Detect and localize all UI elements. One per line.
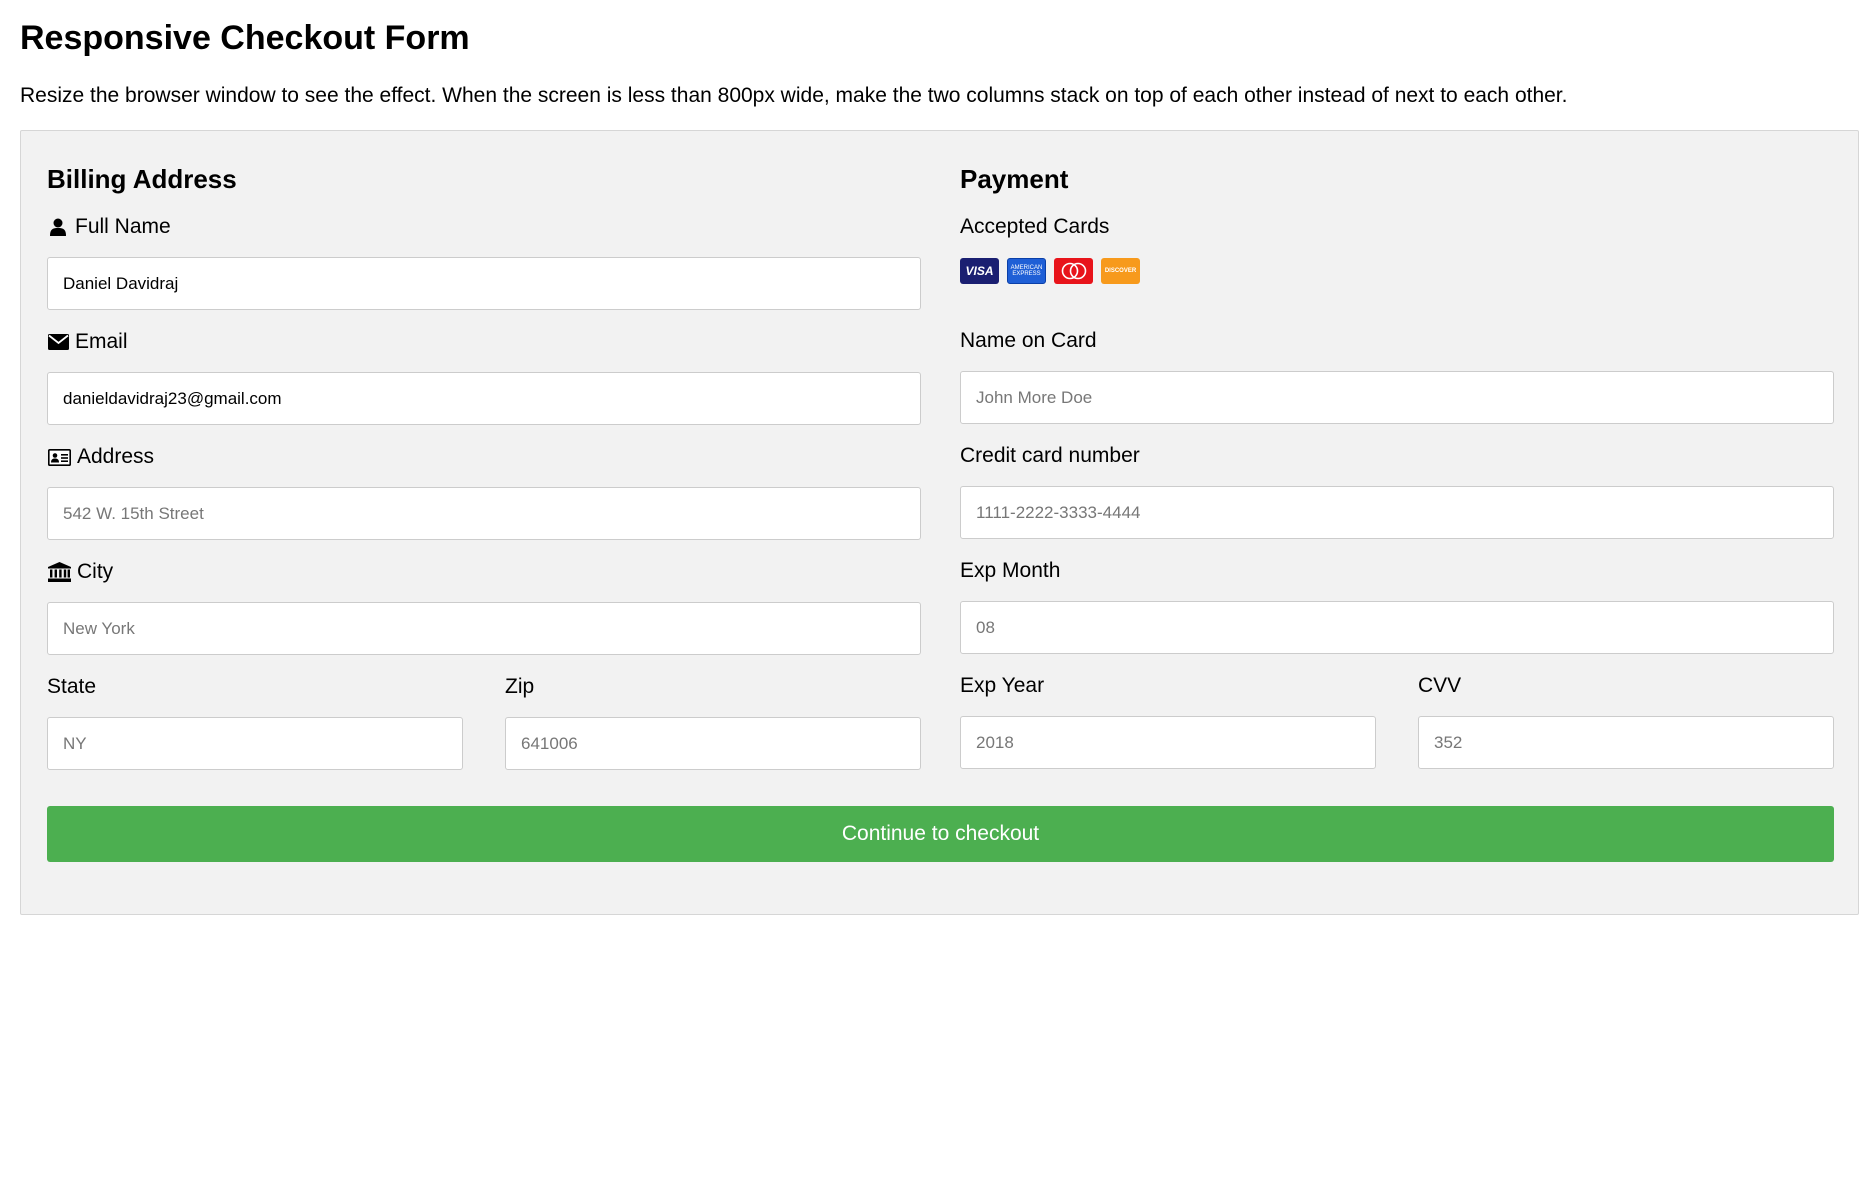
user-icon bbox=[47, 216, 69, 238]
continue-to-checkout-button[interactable]: Continue to checkout bbox=[47, 806, 1834, 862]
discover-icon: DISCOVER bbox=[1101, 258, 1140, 284]
zip-field: Zip bbox=[505, 672, 921, 770]
address-card-icon bbox=[47, 446, 71, 468]
page-title: Responsive Checkout Form bbox=[20, 19, 470, 57]
city-label-text: City bbox=[77, 560, 114, 583]
full-name-field: Full Name bbox=[47, 212, 921, 310]
state-field: State bbox=[47, 672, 463, 770]
card-number-label: Credit card number bbox=[960, 444, 1140, 467]
address-field: Address bbox=[47, 442, 921, 540]
exp-month-input[interactable] bbox=[960, 601, 1834, 654]
page-description: Resize the browser window to see the eff… bbox=[20, 84, 1568, 107]
amex-icon: AMERICAN EXPRESS bbox=[1007, 258, 1046, 284]
email-label-text: Email bbox=[75, 330, 128, 353]
cvv-label: CVV bbox=[1418, 674, 1462, 697]
exp-month-field: Exp Month bbox=[960, 556, 1834, 654]
institution-icon bbox=[47, 561, 71, 583]
name-on-card-label: Name on Card bbox=[960, 329, 1097, 352]
full-name-label-text: Full Name bbox=[75, 215, 171, 238]
mastercard-icon bbox=[1054, 258, 1093, 284]
email-input[interactable] bbox=[47, 372, 921, 425]
address-input[interactable] bbox=[47, 487, 921, 540]
state-label: State bbox=[47, 675, 97, 698]
payment-title: Payment bbox=[960, 164, 1069, 194]
address-label-text: Address bbox=[77, 445, 155, 468]
full-name-input[interactable] bbox=[47, 257, 921, 310]
cvv-field: CVV bbox=[1418, 671, 1834, 769]
name-on-card-field: Name on Card bbox=[960, 326, 1834, 424]
city-field: City bbox=[47, 557, 921, 655]
city-input[interactable] bbox=[47, 602, 921, 655]
card-number-input[interactable] bbox=[960, 486, 1834, 539]
state-input[interactable] bbox=[47, 717, 463, 770]
card-number-field: Credit card number bbox=[960, 441, 1834, 539]
checkout-form: Billing Address Full Name Email bbox=[20, 130, 1859, 915]
accepted-cards-field: Accepted Cards VISA AMERICAN EXPRESS DIS… bbox=[960, 212, 1834, 284]
full-name-label: Full Name bbox=[47, 212, 921, 242]
address-label: Address bbox=[47, 442, 921, 472]
accepted-cards-label: Accepted Cards bbox=[960, 215, 1110, 238]
billing-title: Billing Address bbox=[47, 164, 237, 194]
discover-text: DISCOVER bbox=[1104, 268, 1137, 274]
envelope-icon bbox=[47, 331, 69, 353]
name-on-card-input[interactable] bbox=[960, 371, 1834, 424]
zip-input[interactable] bbox=[505, 717, 921, 770]
visa-text: VISA bbox=[965, 264, 994, 278]
zip-label: Zip bbox=[505, 675, 535, 698]
email-label: Email bbox=[47, 327, 921, 357]
amex-text: AMERICAN EXPRESS bbox=[1010, 265, 1043, 277]
exp-year-input[interactable] bbox=[960, 716, 1376, 769]
exp-year-field: Exp Year bbox=[960, 671, 1376, 769]
email-field: Email bbox=[47, 327, 921, 425]
exp-year-label: Exp Year bbox=[960, 674, 1045, 697]
card-logos: VISA AMERICAN EXPRESS DISCOVER bbox=[960, 258, 1834, 284]
page: Responsive Checkout Form Resize the brow… bbox=[0, 0, 1871, 1196]
exp-month-label: Exp Month bbox=[960, 559, 1061, 582]
visa-icon: VISA bbox=[960, 258, 999, 284]
city-label: City bbox=[47, 557, 921, 587]
cvv-input[interactable] bbox=[1418, 716, 1834, 769]
